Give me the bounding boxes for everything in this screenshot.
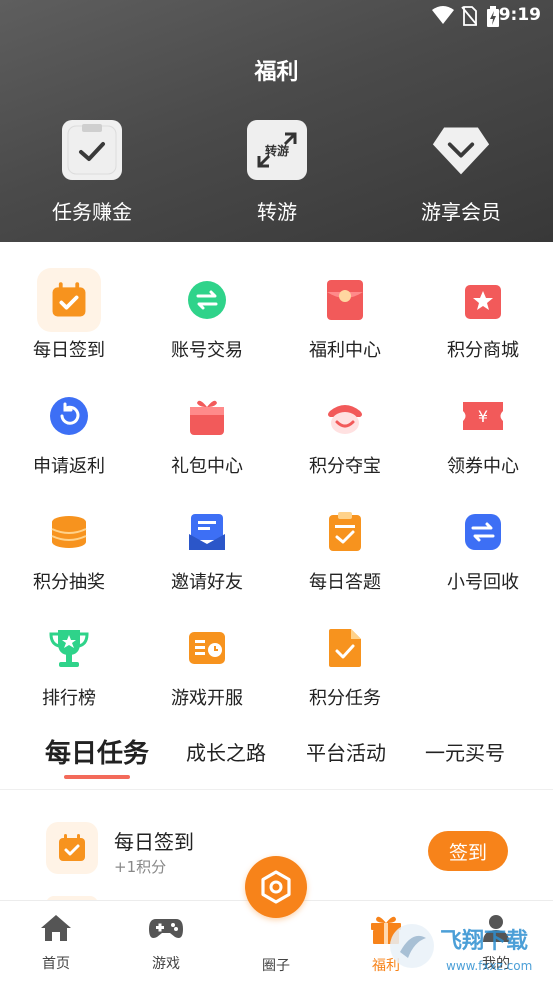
grid-item-label: 每日签到: [33, 340, 105, 361]
grid-item[interactable]: 游戏开服: [138, 616, 276, 710]
sign-in-button[interactable]: 签到: [428, 831, 508, 871]
tab-daily-tasks[interactable]: 每日任务: [45, 733, 149, 770]
calendar-check-icon: [37, 268, 101, 332]
home-icon: [41, 915, 71, 941]
trophy-icon: [37, 616, 101, 680]
grid-item[interactable]: 积分任务: [276, 616, 414, 710]
welfare-header: 9:19 福利 任务赚金 转游 转游 游享会员: [0, 0, 553, 242]
nav-label: 游戏: [152, 956, 180, 972]
quick-action-transfer[interactable]: 转游 转游: [202, 120, 352, 225]
calendar-check-icon: [46, 822, 98, 874]
grid-item[interactable]: 积分商城: [414, 268, 552, 362]
task-title: 每日签到: [114, 830, 194, 854]
svg-text:飞翔下载: 飞翔下载: [440, 928, 528, 954]
gift-icon: [175, 384, 239, 448]
task-reward: +1积分: [114, 858, 167, 876]
shopping-bag-icon: [451, 268, 515, 332]
coin-stack-icon: [37, 500, 101, 564]
nav-games[interactable]: 游戏: [126, 913, 206, 973]
grid-item[interactable]: 申请返利: [0, 384, 138, 478]
circle-hexagon-icon: [261, 870, 291, 904]
quick-action-label: 转游: [257, 200, 297, 224]
rebate-icon: [37, 384, 101, 448]
grid-item-label: 福利中心: [309, 340, 381, 361]
svg-text:¥: ¥: [478, 407, 488, 426]
grid-item-label: 账号交易: [171, 340, 243, 361]
exchange-icon: [175, 268, 239, 332]
grid-item-label: 积分商城: [447, 340, 519, 361]
grid-item-label: 积分任务: [309, 688, 381, 709]
red-envelope-icon: [313, 268, 377, 332]
nav-home[interactable]: 首页: [16, 913, 96, 973]
svg-text:www.fxxz.com: www.fxxz.com: [446, 959, 532, 973]
grid-item-label: 小号回收: [447, 572, 519, 593]
quick-action-label: 任务赚金: [52, 200, 132, 224]
grid-item[interactable]: 积分抽奖: [0, 500, 138, 594]
clipboard-check-icon: [62, 120, 122, 180]
task-tabs: 每日任务 成长之路 平台活动 一元买号: [0, 737, 553, 791]
tab-underline: [64, 775, 130, 779]
status-time: 9:19: [498, 5, 541, 25]
tab-one-yuan-account[interactable]: 一元买号: [425, 737, 505, 766]
quiz-clipboard-icon: [313, 500, 377, 564]
grid-item-label: 游戏开服: [171, 688, 243, 709]
vip-diamond-icon: [431, 120, 491, 180]
quick-action-tasks[interactable]: 任务赚金: [17, 120, 167, 225]
no-sim-icon: [461, 6, 477, 26]
quick-action-label: 游享会员: [421, 200, 501, 224]
nav-circle-button[interactable]: [245, 856, 307, 918]
transfer-game-icon: 转游: [247, 120, 307, 180]
grid-item-label: 排行榜: [42, 688, 96, 709]
tab-platform-events[interactable]: 平台活动: [306, 737, 386, 766]
grid-item[interactable]: 账号交易: [138, 268, 276, 362]
welfare-screen: 9:19 福利 任务赚金 转游 转游 游享会员 每日签到 账号交易 福利中心 积…: [0, 0, 553, 983]
nav-label: 首页: [42, 956, 70, 972]
grid-item[interactable]: 邀请好友: [138, 500, 276, 594]
quick-action-vip[interactable]: 游享会员: [386, 120, 536, 225]
grid-item-label: 礼包中心: [171, 456, 243, 477]
wifi-icon: [432, 6, 454, 24]
grid-item[interactable]: 排行榜: [0, 616, 138, 710]
watermark-logo: 飞翔下载 www.fxxz.com: [390, 924, 532, 973]
grid-item[interactable]: 积分夺宝: [276, 384, 414, 478]
server-clock-icon: [175, 616, 239, 680]
recycle-icon: [451, 500, 515, 564]
grid-item[interactable]: 礼包中心: [138, 384, 276, 478]
grid-item-label: 积分抽奖: [33, 572, 105, 593]
grid-item[interactable]: 小号回收: [414, 500, 552, 594]
invite-mail-icon: [175, 500, 239, 564]
task-document-icon: [313, 616, 377, 680]
grid-item-label: 申请返利: [33, 456, 105, 477]
grid-item[interactable]: 每日签到: [0, 268, 138, 362]
tab-growth-path[interactable]: 成长之路: [186, 737, 266, 766]
grid-item-label: 积分夺宝: [309, 456, 381, 477]
grid-item[interactable]: 福利中心: [276, 268, 414, 362]
grid-item[interactable]: ¥ 领券中心: [414, 384, 552, 478]
page-title: 福利: [254, 60, 299, 85]
divider: [0, 789, 553, 790]
grid-item-label: 每日答题: [309, 572, 381, 593]
grid-item-label: 领券中心: [447, 456, 519, 477]
treasure-icon: [313, 384, 377, 448]
gamepad-icon: [149, 919, 183, 938]
nav-label: 圈子: [262, 958, 290, 974]
grid-item[interactable]: 每日答题: [276, 500, 414, 594]
status-bar: 9:19: [0, 0, 553, 32]
grid-item-label: 邀请好友: [171, 572, 243, 593]
coupon-icon: ¥: [451, 384, 515, 448]
